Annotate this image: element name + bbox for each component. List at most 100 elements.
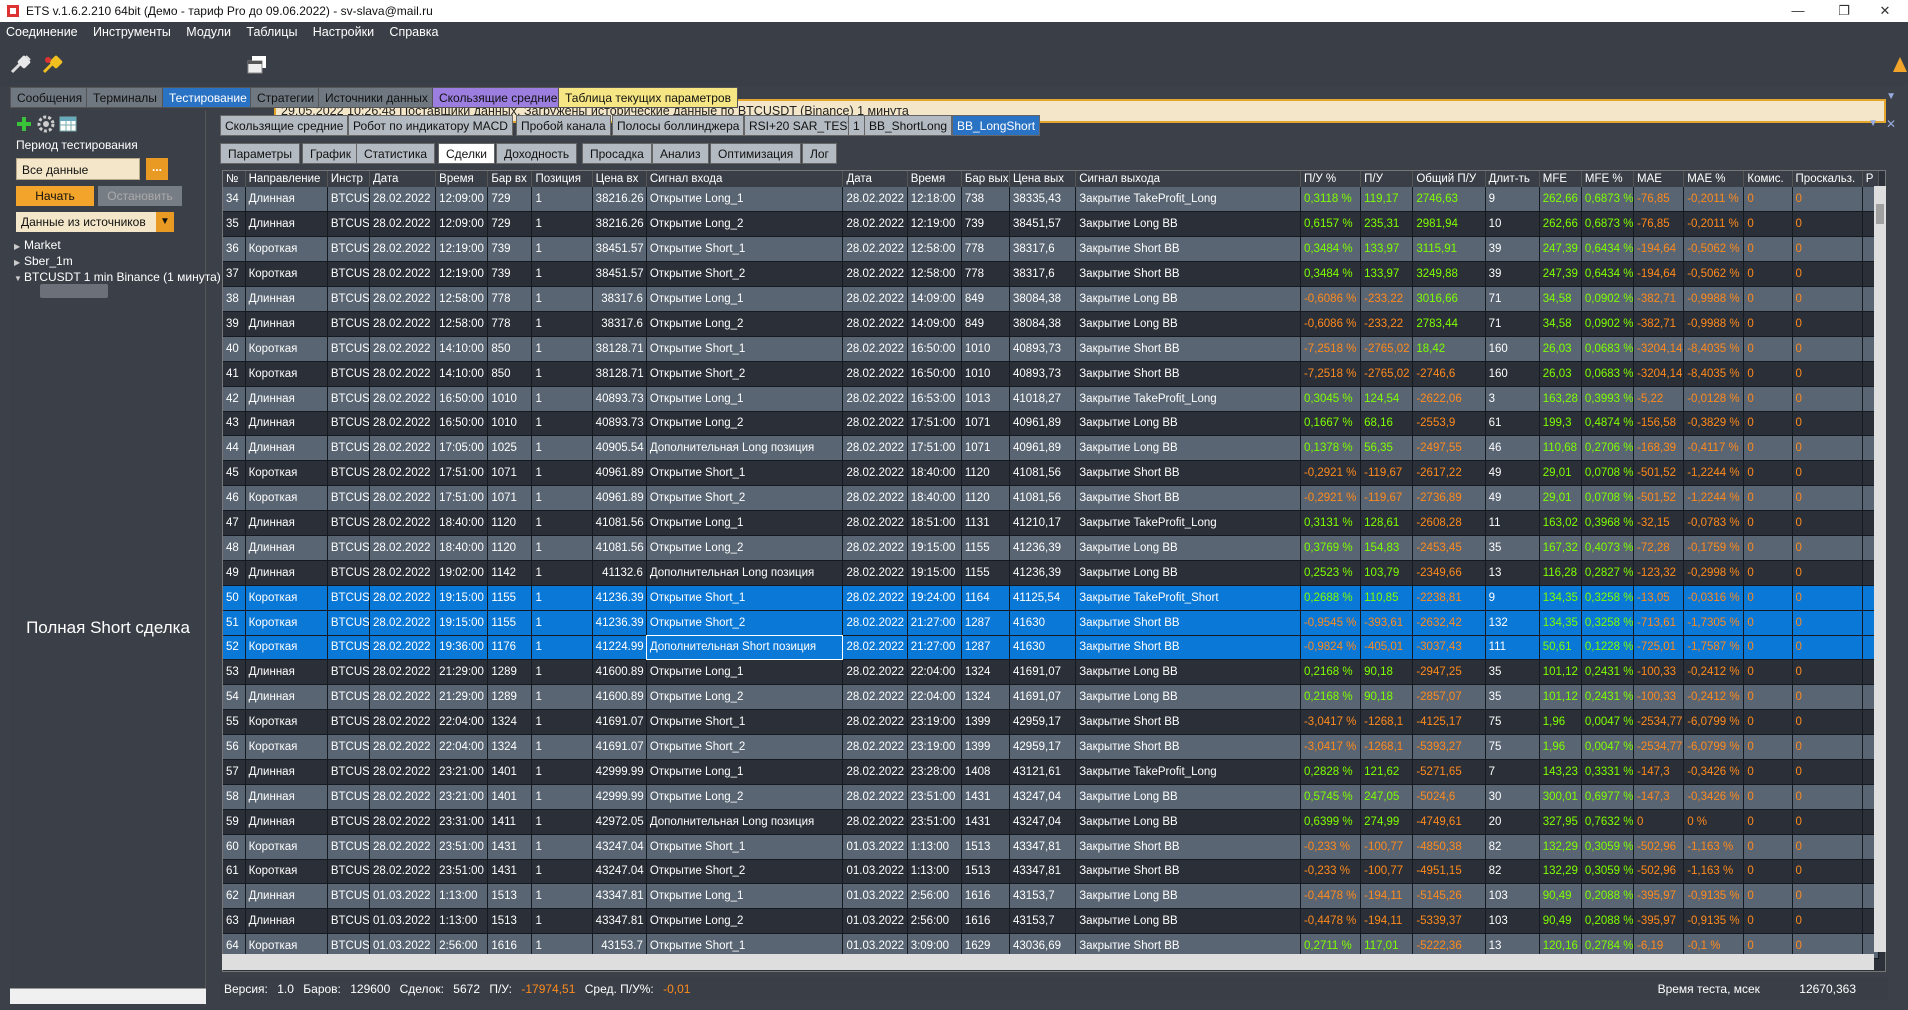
table-cell[interactable]: 62 [223, 883, 246, 910]
table-cell[interactable]: -147,3 [1633, 784, 1685, 810]
table-cell[interactable]: Открытие Short_1 [646, 336, 844, 362]
table-cell[interactable]: BTCUSD [327, 659, 370, 686]
column-header[interactable]: Р [1862, 171, 1880, 187]
table-cell[interactable]: 35 [1485, 684, 1540, 711]
table-cell[interactable]: 28.02.2022 [369, 709, 437, 736]
start-button[interactable]: Начать [16, 186, 94, 206]
table-cell[interactable]: -156,58 [1633, 411, 1685, 437]
table-cell[interactable]: 16:50:00 [435, 386, 489, 412]
table-cell[interactable]: 18:40:00 [907, 460, 962, 487]
table-cell[interactable]: 28.02.2022 [369, 834, 437, 860]
menu-modules[interactable]: Модули [180, 22, 237, 39]
table-cell[interactable]: 1 [531, 759, 593, 785]
add-icon[interactable] [14, 114, 34, 134]
table-cell[interactable]: 1071 [487, 460, 533, 487]
table-cell[interactable]: Открытие Long_2 [646, 411, 844, 437]
table-cell[interactable]: BTCUSD [327, 809, 370, 835]
tree-caret-icon[interactable]: ▼ [14, 274, 24, 283]
table-cell[interactable]: 16:50:00 [907, 336, 962, 362]
table-cell[interactable]: 41081.56 [592, 535, 647, 561]
table-row-selected[interactable]: 51КороткаяBTCUSD28.02.202219:15:00115514… [223, 610, 1880, 636]
table-cell[interactable]: 1431 [487, 859, 533, 885]
table-cell[interactable]: Дополнительная Long позиция [646, 560, 844, 586]
table-cell[interactable]: 37 [223, 261, 246, 288]
table-cell[interactable]: 23:31:00 [435, 809, 489, 835]
table-cell[interactable]: 0 [1792, 261, 1863, 288]
table-cell[interactable]: 0 [1633, 809, 1685, 835]
table-cell[interactable]: 52 [223, 635, 246, 661]
table-cell[interactable]: Открытие Short_1 [646, 709, 844, 736]
table-cell[interactable]: 0 [1792, 361, 1863, 387]
menu-settings[interactable]: Настройки [307, 22, 380, 39]
table-cell[interactable]: -1,163 % [1683, 834, 1745, 860]
tab-testing[interactable]: Тестирование [162, 87, 254, 108]
table-cell[interactable]: 0 [1792, 187, 1863, 213]
table-cell[interactable]: 0 [1743, 784, 1793, 810]
table-cell[interactable]: 28.02.2022 [369, 734, 437, 760]
table-cell[interactable]: -168,39 [1633, 435, 1685, 462]
table-cell[interactable]: 28.02.2022 [842, 809, 908, 835]
table-cell[interactable]: 58 [223, 784, 246, 810]
table-cell[interactable]: 1:13:00 [907, 834, 962, 860]
table-cell[interactable]: 1289 [487, 684, 533, 711]
table-cell[interactable]: -502,96 [1633, 859, 1685, 885]
table-cell[interactable]: 41132.6 [592, 560, 647, 586]
table-cell[interactable]: 0 [1792, 386, 1863, 412]
table-cell[interactable]: 28.02.2022 [369, 261, 437, 288]
table-cell[interactable]: 0 [1792, 286, 1863, 312]
table-cell[interactable]: 0,2168 % [1300, 684, 1362, 711]
table-cell[interactable]: 28.02.2022 [369, 784, 437, 810]
tab-returns[interactable]: Доходность [496, 143, 578, 164]
table-cell[interactable]: 1071 [961, 411, 1011, 437]
table-cell[interactable]: 0,0047 % [1581, 709, 1635, 736]
table-cell[interactable]: 2:56:00 [907, 908, 962, 935]
table-cell[interactable]: BTCUSD [327, 261, 370, 288]
table-cell[interactable]: 28.02.2022 [842, 336, 908, 362]
table-cell[interactable]: 133,97 [1360, 236, 1414, 263]
table-cell[interactable]: 143,23 [1539, 759, 1582, 785]
table-cell[interactable]: 0 [1792, 311, 1863, 337]
table-cell[interactable]: -100,33 [1633, 684, 1685, 711]
table-cell[interactable]: BTCUSD [327, 485, 370, 512]
table-row[interactable]: 49ДлиннаяBTCUSD28.02.202219:02:001142141… [223, 560, 1880, 586]
table-cell[interactable]: 850 [487, 336, 533, 362]
table-cell[interactable]: 01.03.2022 [842, 908, 908, 935]
table-cell[interactable]: -0,9988 % [1683, 311, 1745, 337]
table-cell[interactable]: 01.03.2022 [369, 908, 437, 935]
table-cell[interactable]: 28.02.2022 [369, 809, 437, 835]
table-cell[interactable]: Открытие Short_2 [646, 734, 844, 760]
table-cell[interactable]: 11 [1485, 510, 1540, 536]
tab-messages[interactable]: Сообщения [10, 87, 90, 108]
table-cell[interactable]: 40893,73 [1009, 361, 1077, 387]
table-cell[interactable]: Открытие Long_1 [646, 386, 844, 412]
table-cell[interactable]: 1 [531, 908, 593, 935]
table-cell[interactable]: BTCUSD [327, 759, 370, 785]
tab-deals[interactable]: Сделки [438, 143, 495, 164]
table-cell[interactable]: Закрытие Short BB [1075, 635, 1301, 661]
connect-plug-icon[interactable] [8, 52, 34, 78]
table-cell[interactable]: 1513 [487, 908, 533, 935]
table-cell[interactable]: Короткая [245, 336, 328, 362]
table-cell[interactable]: 12:58:00 [435, 311, 489, 337]
table-cell[interactable]: -725,01 [1633, 635, 1685, 661]
table-cell[interactable]: 19:02:00 [435, 560, 489, 586]
table-cell[interactable]: 43153,7 [1009, 883, 1077, 910]
table-cell[interactable]: 43247.04 [592, 834, 647, 860]
table-cell[interactable]: Открытие Short_2 [646, 361, 844, 387]
column-header[interactable]: MFE [1539, 171, 1582, 187]
table-cell[interactable]: 38317,6 [1009, 261, 1077, 288]
menu-tools[interactable]: Инструменты [87, 22, 177, 39]
table-cell[interactable]: 133,97 [1360, 261, 1414, 288]
table-cell[interactable]: -123,32 [1633, 560, 1685, 586]
table-cell[interactable]: -1,7587 % [1683, 635, 1745, 661]
table-cell[interactable]: Длинная [245, 759, 328, 785]
table-cell[interactable]: Длинная [245, 286, 328, 312]
table-cell[interactable]: 28.02.2022 [842, 510, 908, 536]
table-cell[interactable]: 51 [223, 610, 246, 636]
table-cell[interactable]: 1431 [961, 809, 1011, 835]
table-cell[interactable]: 160 [1485, 336, 1540, 362]
table-cell[interactable]: 0 [1743, 684, 1793, 711]
table-cell[interactable]: -4951,15 [1412, 859, 1486, 885]
table-cell[interactable]: -1268,1 [1360, 734, 1414, 760]
table-cell[interactable]: 0,4874 % [1581, 411, 1635, 437]
